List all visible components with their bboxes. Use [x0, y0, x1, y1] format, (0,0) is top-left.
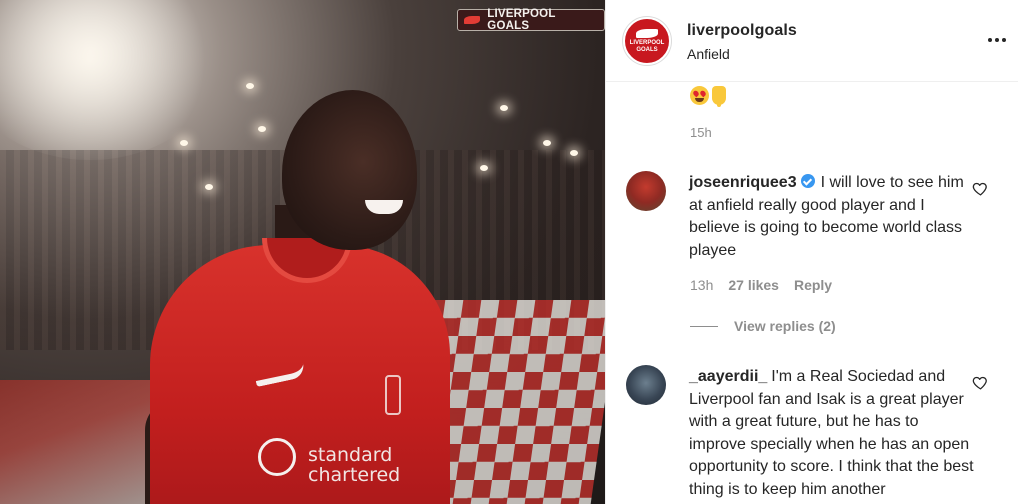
watermark-logo: LIVERPOOL GOALS	[457, 8, 605, 32]
comment-time[interactable]: 13h	[690, 277, 713, 293]
like-heart-icon[interactable]	[972, 180, 989, 197]
comment-avatar[interactable]	[626, 171, 666, 211]
sponsor-text: standard chartered	[308, 444, 401, 486]
caption-emojis	[690, 84, 726, 107]
view-replies-label: View replies (2)	[734, 318, 836, 334]
comment-meta: 13h 27 likes Reply	[690, 277, 832, 293]
floodlight	[258, 126, 266, 132]
account-avatar[interactable]: LIVERPOOL GOALS	[623, 17, 671, 65]
floodlight	[180, 140, 188, 146]
comment-avatar[interactable]	[626, 365, 666, 405]
sponsor-logo	[258, 438, 296, 476]
account-username[interactable]: liverpoolgoals	[687, 22, 797, 40]
comment-username[interactable]: joseenriquee3	[689, 174, 797, 191]
stadium-light-glow	[0, 0, 220, 160]
comment-text: I'm a Real Sociedad and Liverpool fan an…	[689, 368, 974, 498]
floodlight	[500, 105, 508, 111]
floodlight	[205, 184, 213, 190]
caption-timestamp[interactable]: 15h	[690, 125, 712, 140]
post-image[interactable]: standard chartered LIVERPOOL GOALS	[0, 0, 605, 504]
liverbird-icon	[636, 28, 658, 38]
post-location[interactable]: Anfield	[687, 46, 730, 62]
floodlight	[543, 140, 551, 146]
comment-likes[interactable]: 27 likes	[728, 277, 779, 293]
verified-badge-icon	[800, 174, 815, 188]
liverbird-icon	[462, 13, 483, 27]
post-header: LIVERPOOL GOALS liverpoolgoals Anfield	[606, 0, 1018, 82]
floodlight	[246, 83, 254, 89]
watermark-text: LIVERPOOL GOALS	[487, 8, 556, 32]
club-crest	[385, 375, 401, 415]
like-heart-icon[interactable]	[972, 374, 989, 391]
floodlight	[480, 165, 488, 171]
divider	[690, 325, 718, 327]
comment-body: _aayerdii_ I'm a Real Sociedad and Liverp…	[689, 366, 974, 501]
pointing-down-emoji-icon	[712, 86, 726, 107]
comment-username[interactable]: _aayerdii_	[689, 368, 767, 385]
floodlight	[570, 150, 578, 156]
more-options-icon[interactable]	[986, 30, 1008, 50]
reply-button[interactable]: Reply	[794, 277, 832, 293]
player-head	[282, 90, 417, 250]
avatar-text-line: LIVERPOOL	[629, 39, 665, 46]
comment-body: joseenriquee3 I will love to see him at a…	[689, 172, 974, 262]
heart-eyes-emoji-icon	[690, 86, 709, 105]
view-replies-button[interactable]: View replies (2)	[690, 318, 836, 334]
post-side-panel: LIVERPOOL GOALS liverpoolgoals Anfield 1…	[605, 0, 1018, 504]
avatar-text-line: GOALS	[636, 46, 658, 53]
